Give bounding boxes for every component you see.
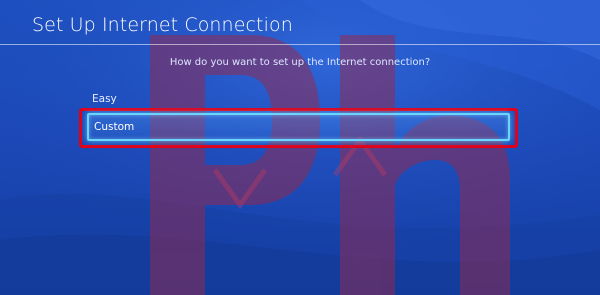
- option-easy[interactable]: Easy: [92, 93, 117, 105]
- page-title: Set Up Internet Connection: [32, 14, 293, 36]
- option-custom-label: Custom: [94, 121, 135, 133]
- setup-question: How do you want to set up the Internet c…: [169, 57, 431, 68]
- title-divider: [0, 44, 600, 45]
- option-custom[interactable]: Custom: [87, 113, 510, 141]
